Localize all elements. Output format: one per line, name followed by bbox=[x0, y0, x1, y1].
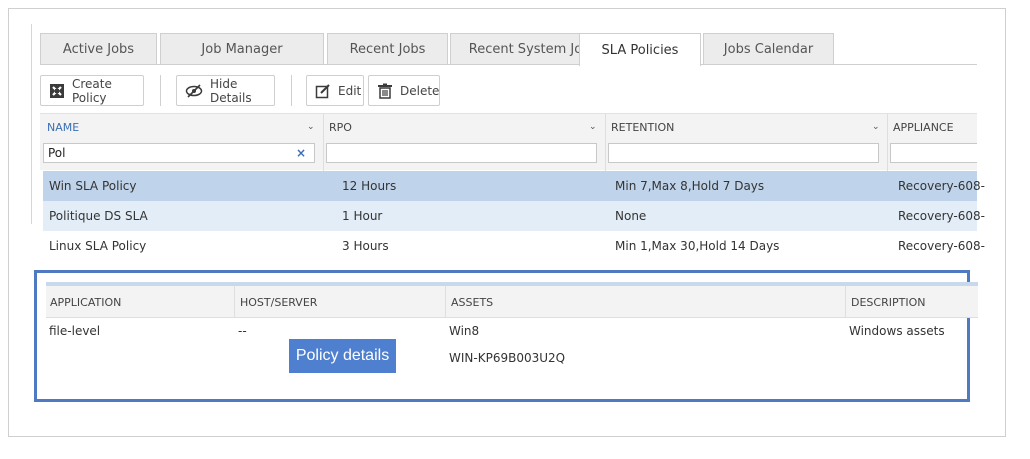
table-row[interactable]: Politique DS SLA 1 Hour None Recovery-60… bbox=[43, 201, 985, 231]
tab-jobs-calendar[interactable]: Jobs Calendar bbox=[703, 33, 834, 65]
tab-bar: Active Jobs Job Manager Recent Jobs Rece… bbox=[40, 33, 977, 66]
edit-label: Edit bbox=[338, 83, 362, 98]
cell-rpo: 3 Hours bbox=[342, 239, 389, 253]
grid-header: NAME ⌄ RPO ⌄ RETENTION ⌄ APPLIANCE Pol × bbox=[40, 113, 977, 171]
column-divider bbox=[234, 286, 235, 318]
retention-filter-input[interactable] bbox=[608, 143, 879, 163]
name-filter-value: Pol bbox=[48, 146, 66, 160]
details-header-host: HOST/SERVER bbox=[240, 295, 318, 309]
detail-asset: WIN-KP69B003U2Q bbox=[449, 351, 566, 365]
cell-retention: Min 1,Max 30,Hold 14 Days bbox=[615, 239, 780, 253]
tab-job-manager[interactable]: Job Manager bbox=[160, 33, 324, 65]
cell-appliance: Recovery-608- bbox=[898, 239, 985, 253]
cell-rpo: 1 Hour bbox=[342, 209, 383, 223]
column-header-name[interactable]: NAME bbox=[47, 114, 79, 140]
appliance-filter-input[interactable] bbox=[890, 143, 977, 163]
table-row[interactable]: Linux SLA Policy 3 Hours Min 1,Max 30,Ho… bbox=[43, 231, 985, 261]
cell-rpo: 12 Hours bbox=[342, 179, 397, 193]
column-header-appliance[interactable]: APPLIANCE bbox=[893, 114, 954, 140]
edit-button[interactable]: Edit bbox=[306, 75, 364, 106]
left-divider bbox=[31, 24, 32, 224]
cell-retention: Min 7,Max 8,Hold 7 Days bbox=[615, 179, 765, 193]
column-divider bbox=[845, 286, 846, 318]
delete-button[interactable]: Delete bbox=[368, 75, 440, 106]
column-divider bbox=[605, 114, 606, 171]
chevron-down-icon[interactable]: ⌄ bbox=[589, 121, 597, 132]
detail-asset: Win8 bbox=[449, 324, 480, 338]
tab-active-jobs[interactable]: Active Jobs bbox=[40, 33, 157, 65]
details-header: APPLICATION HOST/SERVER ASSETS DESCRIPTI… bbox=[46, 286, 978, 318]
create-policy-icon bbox=[49, 82, 65, 100]
policy-details-panel: APPLICATION HOST/SERVER ASSETS DESCRIPTI… bbox=[34, 270, 978, 402]
column-header-retention[interactable]: RETENTION bbox=[611, 114, 674, 140]
details-header-application: APPLICATION bbox=[50, 295, 122, 309]
details-header-description: DESCRIPTION bbox=[851, 295, 926, 309]
tab-sla-policies[interactable]: SLA Policies bbox=[579, 33, 701, 66]
details-header-assets: ASSETS bbox=[451, 295, 494, 309]
rpo-filter-input[interactable] bbox=[326, 143, 597, 163]
column-divider bbox=[445, 286, 446, 318]
cell-appliance: Recovery-608- bbox=[898, 209, 985, 223]
clear-icon[interactable]: × bbox=[296, 146, 306, 160]
eye-slash-icon bbox=[185, 82, 203, 100]
column-divider bbox=[323, 114, 324, 171]
delete-label: Delete bbox=[400, 83, 440, 98]
tabs-baseline bbox=[40, 64, 977, 65]
toolbar-separator bbox=[291, 75, 292, 106]
hide-details-label: Hide Details bbox=[210, 76, 252, 105]
table-row[interactable]: Win SLA Policy 12 Hours Min 7,Max 8,Hold… bbox=[43, 171, 985, 201]
trash-icon bbox=[377, 82, 393, 100]
column-header-rpo[interactable]: RPO bbox=[329, 114, 352, 140]
edit-icon bbox=[315, 82, 331, 100]
tab-recent-jobs[interactable]: Recent Jobs bbox=[327, 33, 448, 65]
policy-details-callout: Policy details bbox=[289, 339, 396, 373]
detail-application: file-level bbox=[49, 324, 101, 338]
name-filter-input[interactable]: Pol × bbox=[43, 143, 315, 163]
hide-details-button[interactable]: Hide Details bbox=[176, 75, 275, 106]
detail-description: Windows assets bbox=[849, 324, 945, 338]
detail-host: -- bbox=[238, 324, 247, 338]
column-divider bbox=[887, 114, 888, 171]
cell-name: Politique DS SLA bbox=[49, 209, 148, 223]
chevron-down-icon[interactable]: ⌄ bbox=[307, 121, 315, 132]
cell-retention: None bbox=[615, 209, 647, 223]
cell-appliance: Recovery-608- bbox=[898, 179, 985, 193]
cell-name: Win SLA Policy bbox=[49, 179, 137, 193]
cell-name: Linux SLA Policy bbox=[49, 239, 147, 253]
chevron-down-icon[interactable]: ⌄ bbox=[872, 121, 880, 132]
toolbar-separator bbox=[160, 75, 161, 106]
create-policy-label: Create Policy bbox=[72, 76, 112, 105]
create-policy-button[interactable]: Create Policy bbox=[40, 75, 144, 106]
